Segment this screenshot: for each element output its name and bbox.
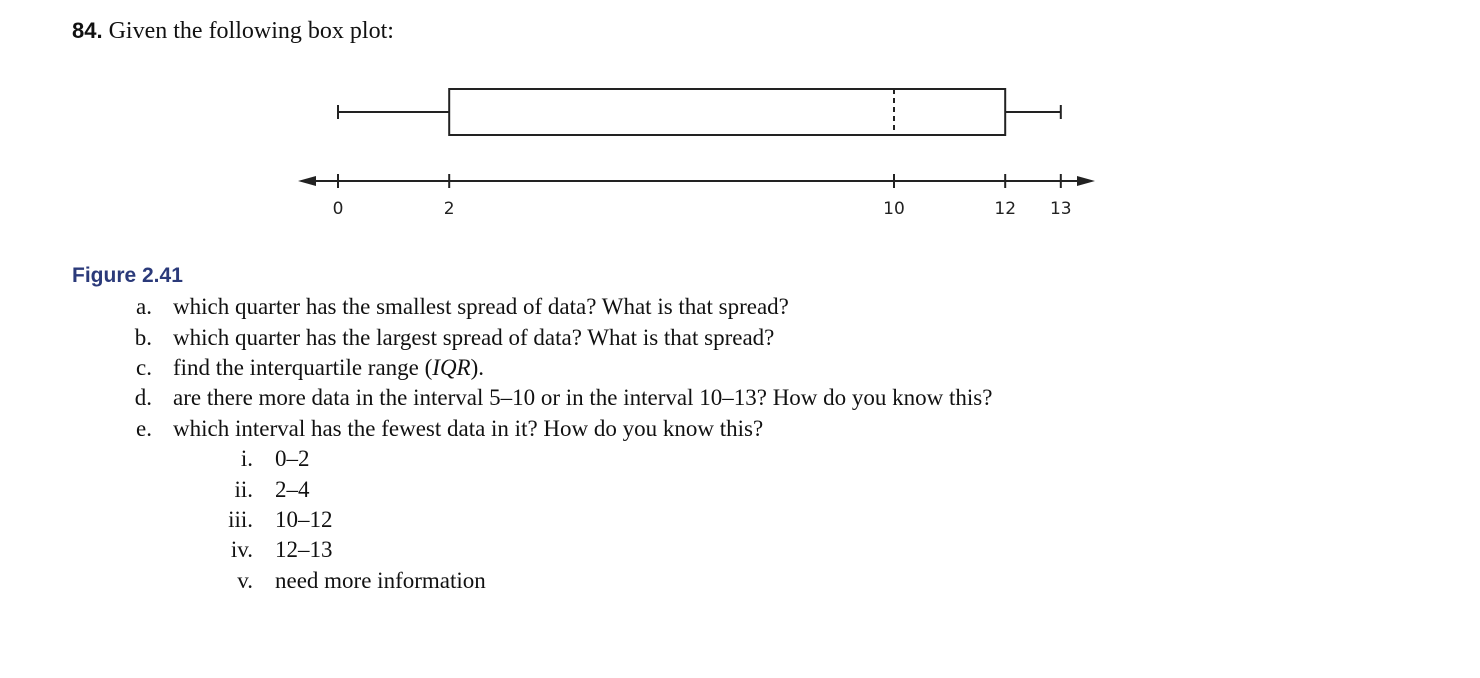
box-q1-q3: [448, 88, 1007, 136]
tick-label: 2: [444, 199, 455, 219]
tick-label: 10: [883, 199, 905, 219]
box-plot: 0 2 10 12 13: [298, 88, 1095, 219]
tick-label: 12: [994, 199, 1016, 219]
left-arrow-icon: [298, 176, 316, 186]
tick-label: 13: [1050, 199, 1072, 219]
right-arrow-icon: [1077, 176, 1095, 186]
figure-caption: Figure 2.41: [72, 264, 183, 287]
tick-label: 0: [333, 199, 344, 219]
